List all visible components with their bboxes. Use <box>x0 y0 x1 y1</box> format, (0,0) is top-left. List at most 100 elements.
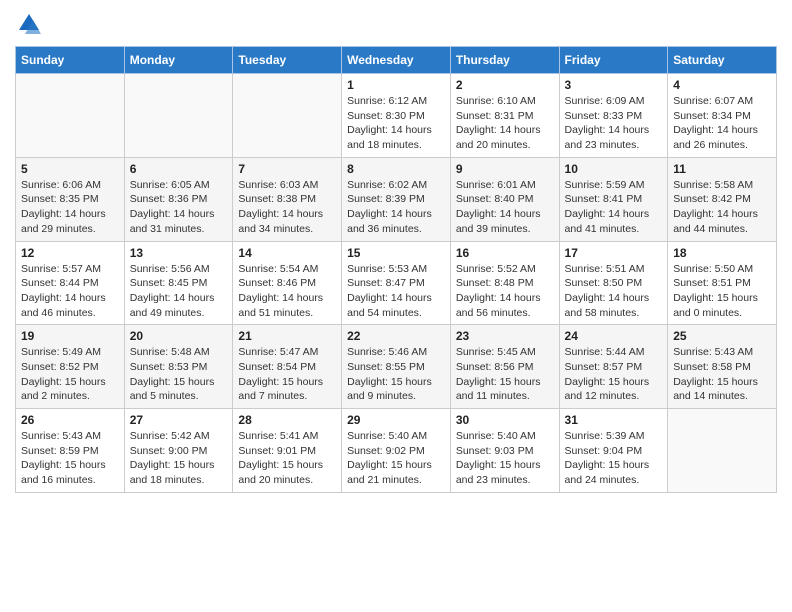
header-sunday: Sunday <box>16 47 125 74</box>
day-number: 31 <box>565 413 663 427</box>
header-friday: Friday <box>559 47 668 74</box>
calendar-cell: 12 Sunrise: 5:57 AM Sunset: 8:44 PM Dayli… <box>16 241 125 325</box>
calendar-cell: 21 Sunrise: 5:47 AM Sunset: 8:54 PM Dayli… <box>233 325 342 409</box>
calendar-cell <box>233 74 342 158</box>
day-number: 26 <box>21 413 119 427</box>
calendar-table: SundayMondayTuesdayWednesdayThursdayFrid… <box>15 46 777 493</box>
calendar-cell: 22 Sunrise: 5:46 AM Sunset: 8:55 PM Dayli… <box>342 325 451 409</box>
day-number: 4 <box>673 78 771 92</box>
day-number: 2 <box>456 78 554 92</box>
day-info: Sunrise: 6:02 AM Sunset: 8:39 PM Dayligh… <box>347 178 445 237</box>
calendar-cell: 7 Sunrise: 6:03 AM Sunset: 8:38 PM Daylig… <box>233 157 342 241</box>
day-info: Sunrise: 6:05 AM Sunset: 8:36 PM Dayligh… <box>130 178 228 237</box>
day-info: Sunrise: 5:43 AM Sunset: 8:59 PM Dayligh… <box>21 429 119 488</box>
day-number: 29 <box>347 413 445 427</box>
logo <box>15 10 45 38</box>
day-number: 9 <box>456 162 554 176</box>
day-number: 25 <box>673 329 771 343</box>
calendar-cell: 10 Sunrise: 5:59 AM Sunset: 8:41 PM Dayli… <box>559 157 668 241</box>
calendar-cell: 31 Sunrise: 5:39 AM Sunset: 9:04 PM Dayli… <box>559 409 668 493</box>
header-monday: Monday <box>124 47 233 74</box>
day-info: Sunrise: 5:46 AM Sunset: 8:55 PM Dayligh… <box>347 345 445 404</box>
calendar-cell: 9 Sunrise: 6:01 AM Sunset: 8:40 PM Daylig… <box>450 157 559 241</box>
calendar-cell: 15Sunrise: 5:53 AM Sunset: 8:47 PM Dayli… <box>342 241 451 325</box>
day-info: Sunrise: 5:54 AM Sunset: 8:46 PM Dayligh… <box>238 262 336 321</box>
day-number: 3 <box>565 78 663 92</box>
header-saturday: Saturday <box>668 47 777 74</box>
day-info: Sunrise: 5:47 AM Sunset: 8:54 PM Dayligh… <box>238 345 336 404</box>
calendar-cell: 24 Sunrise: 5:44 AM Sunset: 8:57 PM Dayli… <box>559 325 668 409</box>
day-number: 8 <box>347 162 445 176</box>
day-number: 27 <box>130 413 228 427</box>
day-number: 10 <box>565 162 663 176</box>
calendar-cell: 23 Sunrise: 5:45 AM Sunset: 8:56 PM Dayli… <box>450 325 559 409</box>
day-info: Sunrise: 5:50 AM Sunset: 8:51 PM Dayligh… <box>673 262 771 321</box>
day-number: 21 <box>238 329 336 343</box>
calendar-cell: 20Sunrise: 5:48 AM Sunset: 8:53 PM Dayli… <box>124 325 233 409</box>
week-row-3: 12 Sunrise: 5:57 AM Sunset: 8:44 PM Dayli… <box>16 241 777 325</box>
calendar-cell: 3 Sunrise: 6:09 AM Sunset: 8:33 PM Daylig… <box>559 74 668 158</box>
day-number: 6 <box>130 162 228 176</box>
day-number: 17 <box>565 246 663 260</box>
day-info: Sunrise: 6:07 AM Sunset: 8:34 PM Dayligh… <box>673 94 771 153</box>
day-number: 24 <box>565 329 663 343</box>
day-number: 30 <box>456 413 554 427</box>
calendar-cell: 30 Sunrise: 5:40 AM Sunset: 9:03 PM Dayli… <box>450 409 559 493</box>
week-row-2: 5Sunrise: 6:06 AM Sunset: 8:35 PM Daylig… <box>16 157 777 241</box>
calendar-header: SundayMondayTuesdayWednesdayThursdayFrid… <box>16 47 777 74</box>
calendar-cell: 25 Sunrise: 5:43 AM Sunset: 8:58 PM Dayli… <box>668 325 777 409</box>
day-info: Sunrise: 5:59 AM Sunset: 8:41 PM Dayligh… <box>565 178 663 237</box>
day-info: Sunrise: 5:43 AM Sunset: 8:58 PM Dayligh… <box>673 345 771 404</box>
day-number: 14 <box>238 246 336 260</box>
day-info: Sunrise: 6:12 AM Sunset: 8:30 PM Dayligh… <box>347 94 445 153</box>
day-info: Sunrise: 5:42 AM Sunset: 9:00 PM Dayligh… <box>130 429 228 488</box>
calendar-cell: 29Sunrise: 5:40 AM Sunset: 9:02 PM Dayli… <box>342 409 451 493</box>
calendar-cell: 26 Sunrise: 5:43 AM Sunset: 8:59 PM Dayli… <box>16 409 125 493</box>
day-number: 7 <box>238 162 336 176</box>
day-info: Sunrise: 5:39 AM Sunset: 9:04 PM Dayligh… <box>565 429 663 488</box>
calendar-cell: 27 Sunrise: 5:42 AM Sunset: 9:00 PM Dayli… <box>124 409 233 493</box>
day-info: Sunrise: 5:53 AM Sunset: 8:47 PM Dayligh… <box>347 262 445 321</box>
calendar-cell: 28Sunrise: 5:41 AM Sunset: 9:01 PM Dayli… <box>233 409 342 493</box>
week-row-4: 19Sunrise: 5:49 AM Sunset: 8:52 PM Dayli… <box>16 325 777 409</box>
calendar-cell: 13 Sunrise: 5:56 AM Sunset: 8:45 PM Dayli… <box>124 241 233 325</box>
day-number: 23 <box>456 329 554 343</box>
calendar-cell: 14 Sunrise: 5:54 AM Sunset: 8:46 PM Dayli… <box>233 241 342 325</box>
day-number: 12 <box>21 246 119 260</box>
day-number: 16 <box>456 246 554 260</box>
day-info: Sunrise: 6:03 AM Sunset: 8:38 PM Dayligh… <box>238 178 336 237</box>
calendar-cell: 5Sunrise: 6:06 AM Sunset: 8:35 PM Daylig… <box>16 157 125 241</box>
calendar-cell <box>16 74 125 158</box>
header-thursday: Thursday <box>450 47 559 74</box>
calendar-cell: 1 Sunrise: 6:12 AM Sunset: 8:30 PM Daylig… <box>342 74 451 158</box>
calendar-cell <box>124 74 233 158</box>
day-number: 13 <box>130 246 228 260</box>
day-info: Sunrise: 6:09 AM Sunset: 8:33 PM Dayligh… <box>565 94 663 153</box>
day-info: Sunrise: 5:57 AM Sunset: 8:44 PM Dayligh… <box>21 262 119 321</box>
day-number: 20 <box>130 329 228 343</box>
day-info: Sunrise: 5:49 AM Sunset: 8:52 PM Dayligh… <box>21 345 119 404</box>
day-info: Sunrise: 6:01 AM Sunset: 8:40 PM Dayligh… <box>456 178 554 237</box>
header-tuesday: Tuesday <box>233 47 342 74</box>
calendar-cell: 18Sunrise: 5:50 AM Sunset: 8:51 PM Dayli… <box>668 241 777 325</box>
header-wednesday: Wednesday <box>342 47 451 74</box>
week-row-1: 1 Sunrise: 6:12 AM Sunset: 8:30 PM Daylig… <box>16 74 777 158</box>
day-info: Sunrise: 5:45 AM Sunset: 8:56 PM Dayligh… <box>456 345 554 404</box>
day-info: Sunrise: 5:44 AM Sunset: 8:57 PM Dayligh… <box>565 345 663 404</box>
day-number: 1 <box>347 78 445 92</box>
calendar-cell: 6 Sunrise: 6:05 AM Sunset: 8:36 PM Daylig… <box>124 157 233 241</box>
calendar-cell: 8 Sunrise: 6:02 AM Sunset: 8:39 PM Daylig… <box>342 157 451 241</box>
calendar-cell <box>668 409 777 493</box>
day-info: Sunrise: 5:52 AM Sunset: 8:48 PM Dayligh… <box>456 262 554 321</box>
day-number: 11 <box>673 162 771 176</box>
logo-icon <box>15 10 43 38</box>
day-info: Sunrise: 5:40 AM Sunset: 9:03 PM Dayligh… <box>456 429 554 488</box>
day-number: 28 <box>238 413 336 427</box>
calendar-body: 1 Sunrise: 6:12 AM Sunset: 8:30 PM Daylig… <box>16 74 777 493</box>
day-info: Sunrise: 5:58 AM Sunset: 8:42 PM Dayligh… <box>673 178 771 237</box>
page-header <box>15 10 777 38</box>
day-info: Sunrise: 5:56 AM Sunset: 8:45 PM Dayligh… <box>130 262 228 321</box>
header-row: SundayMondayTuesdayWednesdayThursdayFrid… <box>16 47 777 74</box>
day-number: 22 <box>347 329 445 343</box>
calendar-cell: 19Sunrise: 5:49 AM Sunset: 8:52 PM Dayli… <box>16 325 125 409</box>
